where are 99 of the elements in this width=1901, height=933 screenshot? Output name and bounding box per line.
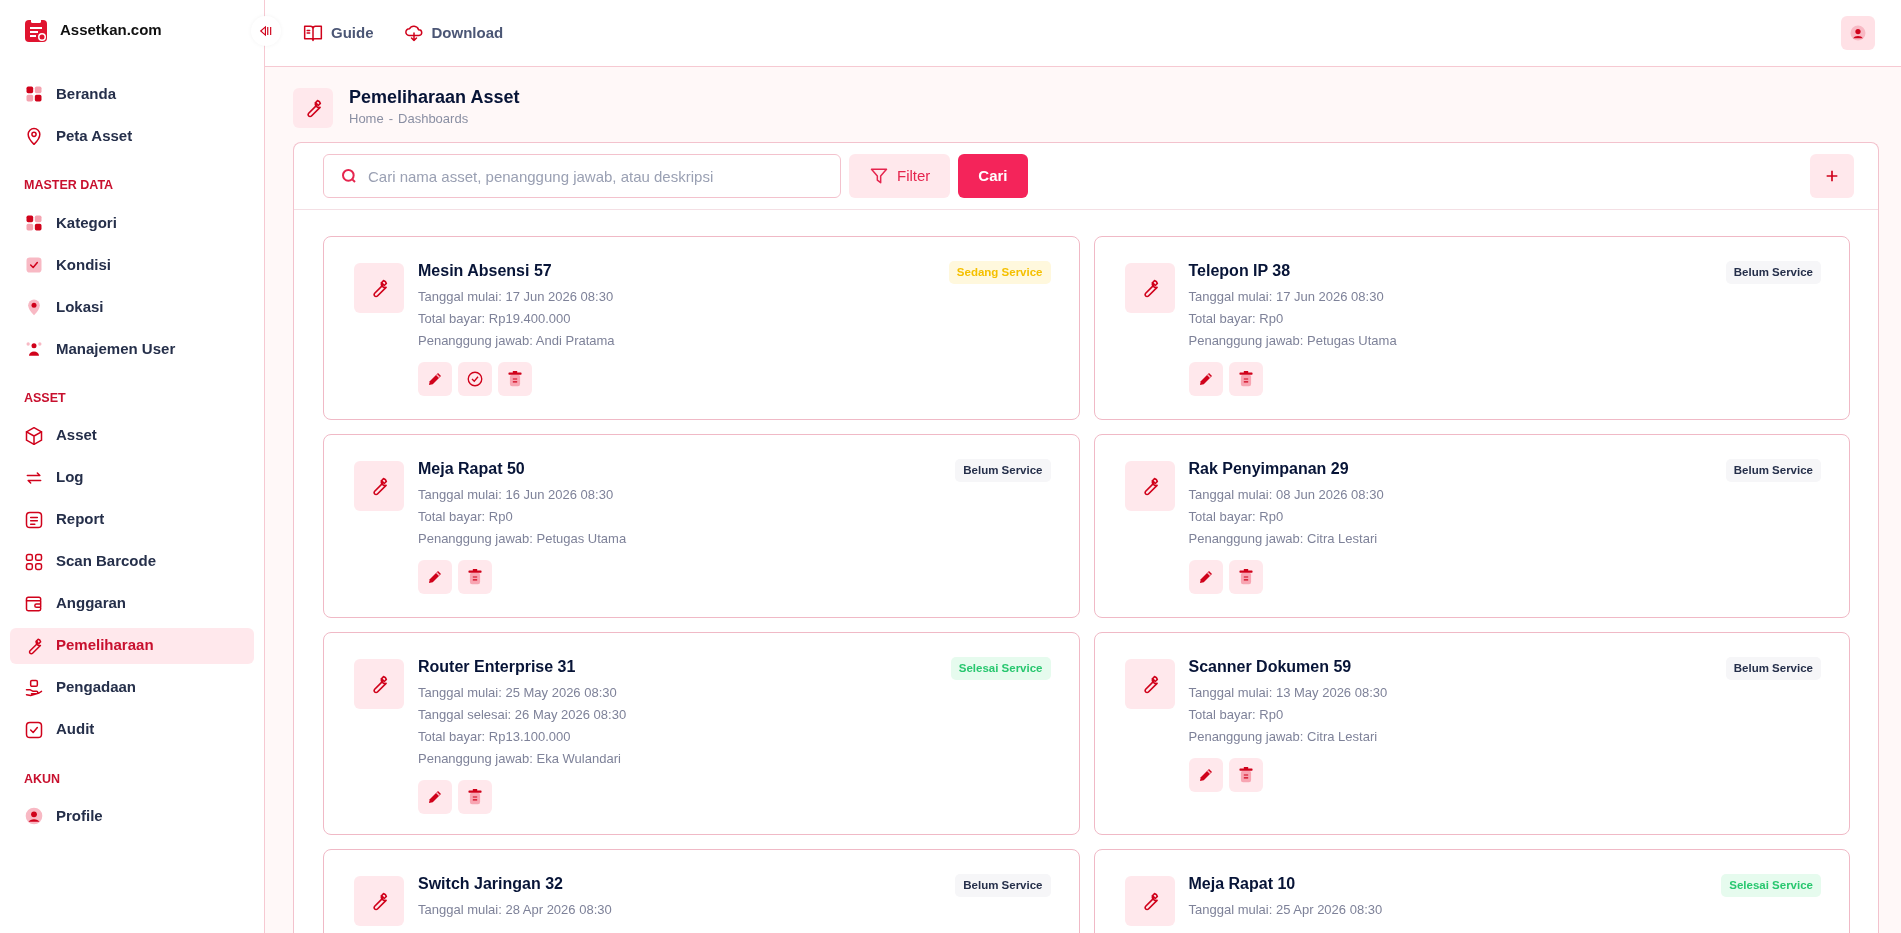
status-badge: Belum Service (1725, 657, 1821, 681)
section-heading: AKUN (23, 770, 62, 788)
clipboard-logo-icon (24, 17, 48, 43)
detail-text: Total bayar: Rp0 (1188, 705, 1285, 724)
cloud-download-icon (403, 23, 424, 43)
detail-text: Tanggal mulai: 13 May 2026 08:30 (1188, 683, 1389, 702)
collapse-icon (259, 24, 273, 38)
status-badge: Sedang Service (948, 261, 1051, 285)
hand-box-icon (24, 677, 44, 698)
trash-icon (467, 787, 483, 806)
detail-text: Total bayar: Rp0 (1188, 507, 1285, 526)
status-badge: Belum Service (1725, 459, 1821, 483)
complete-button[interactable] (458, 361, 492, 396)
sidebar-item[interactable]: Peta Asset (10, 118, 254, 154)
delete-button[interactable] (1228, 559, 1263, 594)
asset-name: Scanner Dokumen 59 (1188, 657, 1352, 678)
search-icon (341, 168, 357, 185)
status-badge: Belum Service (955, 459, 1051, 483)
trash-icon (467, 567, 483, 586)
detail-text: Total bayar: Rp0 (1188, 309, 1285, 328)
status-badge: Belum Service (955, 873, 1051, 898)
breadcrumb-separator: - (388, 109, 394, 128)
sidebar-item[interactable]: Lokasi (10, 288, 254, 325)
trash-icon (1237, 369, 1254, 388)
asset-name: Mesin Absensi 57 (418, 261, 552, 282)
delete-button[interactable] (498, 361, 532, 396)
nav-link[interactable]: Guide (303, 21, 374, 45)
check-circle-icon (466, 369, 484, 388)
status-badge: Selesai Service (1721, 873, 1821, 898)
sidebar-item[interactable]: Manajemen User (10, 330, 254, 367)
search-field[interactable]: Cari nama asset, penanggung jawab, atau deskripsi (323, 154, 841, 199)
asset-name: Router Enterprise 31 (418, 657, 576, 678)
delete-button[interactable] (1228, 361, 1263, 396)
detail-text: Tanggal selesai: 26 May 2026 08:30 (418, 705, 628, 724)
cube-icon (24, 425, 44, 446)
edit-button[interactable] (418, 779, 452, 814)
sidebar-item[interactable]: Report (10, 501, 254, 538)
page-title: Pemeliharaan Asset (349, 87, 520, 109)
check-square-icon (24, 719, 44, 740)
asset-name: Meja Rapat 50 (418, 459, 525, 480)
section-heading: MASTER DATA (23, 177, 115, 194)
edit-button[interactable] (418, 361, 452, 396)
sidebar-item[interactable]: Beranda (10, 76, 254, 112)
edit-button[interactable] (418, 559, 452, 594)
sidebar-item[interactable]: Profile (10, 798, 254, 835)
sidebar-item[interactable]: Kategori (10, 204, 254, 241)
detail-text: Penanggung jawab: Eka Wulandari (418, 749, 622, 768)
delete-button[interactable] (458, 779, 492, 814)
detail-text: Tanggal mulai: 25 Apr 2026 08:30 (1188, 900, 1384, 919)
detail-text: Total bayar: Rp13.100.000 (418, 727, 572, 746)
brand-name: Assetkan.com (60, 19, 162, 40)
delete-button[interactable] (1228, 757, 1263, 792)
search-button[interactable]: Cari (958, 154, 1028, 199)
detail-text: Penanggung jawab: Citra Lestari (1188, 529, 1379, 548)
section-heading: ASSET (23, 389, 67, 407)
asset-name: Rak Penyimpanan 29 (1188, 459, 1349, 480)
detail-text: Tanggal mulai: 17 Jun 2026 08:30 (418, 287, 615, 306)
edit-button[interactable] (1188, 361, 1223, 396)
asset-name: Switch Jaringan 32 (418, 873, 563, 894)
sidebar-item[interactable]: Audit (10, 711, 254, 748)
grid-icon (24, 84, 44, 104)
nav-link[interactable]: Download (403, 21, 504, 45)
delete-button[interactable] (458, 559, 492, 594)
sidebar-item[interactable]: Pemeliharaan (10, 627, 254, 664)
detail-text: Penanggung jawab: Andi Pratama (418, 331, 616, 350)
detail-text: Total bayar: Rp0 (418, 507, 514, 526)
edit-button[interactable] (1188, 757, 1223, 792)
detail-text: Tanggal mulai: 28 Apr 2026 08:30 (418, 900, 613, 919)
detail-text: Total bayar: Rp19.400.000 (418, 309, 572, 328)
detail-text: Penanggung jawab: Citra Lestari (1188, 727, 1379, 746)
qr-scan-icon (24, 551, 44, 572)
sidebar-item[interactable]: Scan Barcode (10, 543, 254, 580)
trash-icon (507, 369, 523, 388)
detail-text: Tanggal mulai: 08 Jun 2026 08:30 (1188, 485, 1385, 504)
filter-button[interactable]: Filter (849, 154, 951, 199)
sidebar-item[interactable]: Log (10, 459, 254, 496)
detail-text: Tanggal mulai: 16 Jun 2026 08:30 (418, 485, 615, 504)
location-pin-icon (24, 126, 44, 146)
detail-text: Tanggal mulai: 25 May 2026 08:30 (418, 683, 618, 702)
detail-text: Tanggal mulai: 17 Jun 2026 08:30 (1188, 287, 1385, 306)
user-icon (1849, 24, 1867, 42)
sidebar-item[interactable]: Pengadaan (10, 669, 254, 706)
collapse-sidebar-button[interactable] (251, 16, 281, 46)
detail-text: Penanggung jawab: Petugas Utama (418, 529, 628, 548)
sidebar-item[interactable]: Asset (10, 417, 254, 454)
detail-text: Penanggung jawab: Petugas Utama (1188, 331, 1398, 350)
book-icon (303, 23, 323, 43)
asset-name: Meja Rapat 10 (1188, 873, 1296, 894)
asset-name: Telepon IP 38 (1188, 261, 1291, 282)
status-badge: Belum Service (1725, 261, 1821, 285)
status-badge: Selesai Service (950, 657, 1051, 681)
trash-icon (1237, 765, 1254, 784)
user-avatar-button[interactable] (1841, 16, 1875, 50)
user-avatar-icon (24, 806, 44, 827)
edit-button[interactable] (1188, 559, 1223, 594)
sidebar-item[interactable]: Kondisi (10, 246, 254, 283)
document-icon (24, 509, 44, 530)
trash-icon (1237, 567, 1254, 586)
sidebar-item[interactable]: Anggaran (10, 585, 254, 622)
